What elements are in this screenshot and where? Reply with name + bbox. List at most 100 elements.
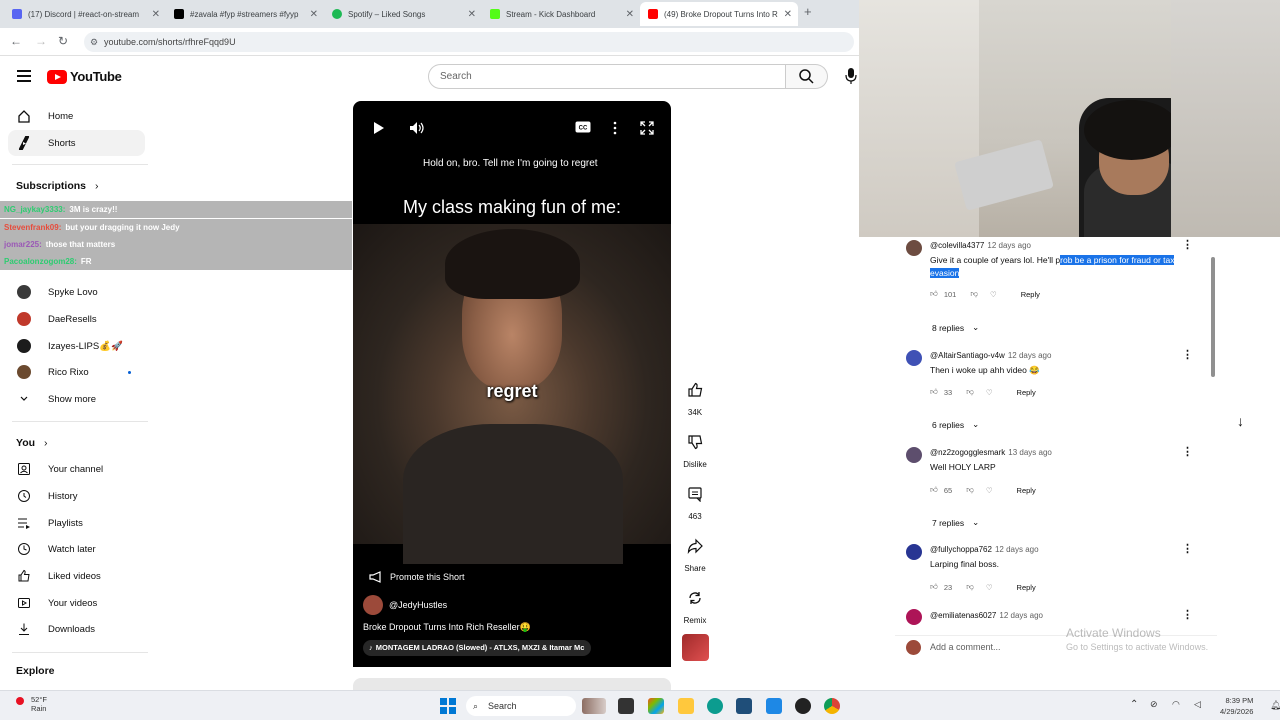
reply-button[interactable]: Reply (1017, 388, 1036, 397)
wifi-icon[interactable]: ◠ (1172, 699, 1180, 710)
replies-toggle[interactable]: 8 replies ⌄ (932, 322, 979, 333)
file-explorer-icon[interactable] (678, 698, 694, 714)
heart-icon[interactable]: ♡ (990, 290, 997, 299)
notification-bell-icon[interactable]: 🔔︎ (1270, 700, 1280, 711)
comments-scrollbar[interactable] (1211, 257, 1215, 377)
windows-start-icon[interactable] (440, 698, 456, 714)
comment-menu-icon[interactable]: ⋮ (1182, 542, 1193, 555)
replies-toggle[interactable]: 7 replies ⌄ (932, 517, 979, 528)
thumbs-up-icon[interactable]: 👍︎ (930, 387, 938, 397)
back-icon[interactable]: ← (10, 34, 22, 48)
comment-menu-icon[interactable]: ⋮ (1182, 445, 1193, 458)
close-tab-icon[interactable]: ✕ (784, 9, 792, 20)
reply-button[interactable]: Reply (1017, 486, 1036, 495)
reply-button[interactable]: Reply (1017, 583, 1036, 592)
heart-icon[interactable]: ♡ (986, 388, 993, 397)
comment-author[interactable]: @colevilla4377 12 days ago (930, 241, 1031, 250)
thumbs-down-icon[interactable]: 👎︎ (970, 289, 978, 299)
sidebar-item-your-videos[interactable]: Your videos (0, 590, 145, 616)
obs-icon[interactable] (795, 698, 811, 714)
close-tab-icon[interactable]: ✕ (468, 9, 476, 20)
reply-button[interactable]: Reply (1021, 290, 1040, 299)
widget-thumbnail-icon[interactable] (582, 698, 606, 714)
thumbs-up-icon[interactable]: 👍︎ (930, 582, 938, 592)
thumbs-up-icon[interactable]: 👍︎ (930, 289, 938, 299)
task-view-icon[interactable] (618, 698, 634, 714)
play-icon[interactable] (373, 121, 385, 138)
sidebar-item-home[interactable]: Home (0, 103, 145, 129)
browser-tab-tiktok[interactable]: #zavala #fyp #streamers #fyyp ✕ (166, 4, 324, 24)
sidebar-item-liked-videos[interactable]: Liked videos (0, 563, 145, 589)
thumbs-down-icon[interactable]: 👎︎ (966, 485, 974, 495)
comment-author[interactable]: @fullychoppa762 12 days ago (930, 545, 1039, 554)
volume-icon[interactable] (409, 121, 425, 138)
comment-menu-icon[interactable]: ⋮ (1182, 348, 1193, 361)
you-heading[interactable]: You › (16, 437, 47, 449)
tray-chevron-up-icon[interactable]: ⌃ (1130, 699, 1138, 710)
site-info-icon[interactable]: ⚙ (90, 32, 98, 52)
url-field[interactable]: ⚙ youtube.com/shorts/rfhreFqqd9U (84, 32, 854, 52)
sound-thumbnail[interactable] (682, 634, 709, 661)
sidebar-item-subscription[interactable]: Spyke Lovo (0, 279, 145, 305)
comment-author[interactable]: @AltairSantiago-v4w 12 days ago (930, 351, 1051, 360)
microphone-icon[interactable] (845, 68, 857, 84)
browser-tab-kick[interactable]: Stream - Kick Dashboard ✕ (482, 4, 640, 24)
shorts-video-player[interactable]: CC Hold on, bro. Tell me I'm going to re… (353, 101, 671, 667)
browser-tab-youtube[interactable]: (49) Broke Dropout Turns Into R ✕ (640, 2, 798, 26)
show-more-button[interactable]: Show more (0, 386, 145, 412)
like-button[interactable]: 34K (681, 376, 709, 417)
channel-link[interactable]: @JedyHustles (363, 595, 447, 615)
comment-menu-icon[interactable]: ⋮ (1182, 608, 1193, 621)
comment-author[interactable]: @nz2zogogglesmark 13 days ago (930, 448, 1052, 457)
reload-icon[interactable]: ↻ (58, 34, 68, 48)
next-short-preview[interactable] (353, 678, 671, 690)
comment-menu-icon[interactable]: ⋮ (1182, 238, 1193, 251)
remix-button[interactable]: Remix (681, 584, 709, 625)
sidebar-item-subscription[interactable]: Rico Rixo (0, 359, 145, 385)
taskbar-search[interactable]: ⌕ Search (466, 696, 576, 716)
scroll-down-arrow-icon[interactable]: ↓ (1237, 413, 1244, 429)
search-button[interactable] (786, 64, 828, 89)
search-input[interactable]: Search (428, 64, 786, 89)
sidebar-item-shorts[interactable]: Shorts (8, 130, 145, 156)
comment-author[interactable]: @emiliatenas6027 12 days ago (930, 611, 1043, 620)
sidebar-item-history[interactable]: History (0, 483, 145, 509)
share-button[interactable]: Share (681, 532, 709, 573)
thumbs-down-icon[interactable]: 👎︎ (966, 582, 974, 592)
sidebar-item-subscription[interactable]: DaeResells (0, 306, 145, 332)
sidebar-item-playlists[interactable]: Playlists (0, 510, 145, 536)
weather-widget[interactable]: 52°F Rain (16, 695, 47, 713)
browser-tab-spotify[interactable]: Spotify – Liked Songs ✕ (324, 4, 482, 24)
video-title[interactable]: Broke Dropout Turns Into Rich Reseller🤑 (363, 622, 531, 633)
network-icon[interactable]: ⊘ (1150, 699, 1158, 710)
taskbar-clock[interactable]: 8:39 PM 4/29/2026 (1220, 695, 1253, 717)
browser-tab-discord[interactable]: (17) Discord | #react-on-stream ✕ (4, 4, 166, 24)
subscriptions-heading[interactable]: Subscriptions › (16, 180, 98, 192)
fullscreen-icon[interactable] (640, 121, 654, 138)
dislike-button[interactable]: Dislike (681, 428, 709, 469)
captions-icon[interactable]: CC (575, 121, 591, 136)
replies-toggle[interactable]: 6 replies ⌄ (932, 419, 979, 430)
forward-icon[interactable]: → (35, 34, 47, 48)
app-icon[interactable] (766, 698, 782, 714)
more-options-icon[interactable] (613, 121, 617, 138)
heart-icon[interactable]: ♡ (986, 583, 993, 592)
volume-icon[interactable]: ◁ (1194, 699, 1201, 710)
edge-icon[interactable] (707, 698, 723, 714)
sidebar-item-watch-later[interactable]: Watch later (0, 536, 145, 562)
sidebar-item-your-channel[interactable]: Your channel (0, 456, 145, 482)
close-tab-icon[interactable]: ✕ (626, 9, 634, 20)
close-tab-icon[interactable]: ✕ (310, 9, 318, 20)
thumbs-down-icon[interactable]: 👎︎ (966, 387, 974, 397)
new-tab-button[interactable]: + (804, 4, 812, 19)
thumbs-up-icon[interactable]: 👍︎ (930, 485, 938, 495)
sidebar-item-downloads[interactable]: Downloads (0, 616, 145, 642)
hamburger-menu-icon[interactable] (17, 70, 31, 82)
chrome-icon[interactable] (824, 698, 840, 714)
close-tab-icon[interactable]: ✕ (152, 9, 160, 20)
sidebar-item-subscription[interactable]: Izayes-LIPS💰🚀 (0, 333, 145, 359)
heart-icon[interactable]: ♡ (986, 486, 993, 495)
youtube-logo[interactable]: YouTube (47, 69, 122, 84)
copilot-icon[interactable] (648, 698, 664, 714)
promote-short-button[interactable]: Promote this Short (369, 571, 465, 583)
